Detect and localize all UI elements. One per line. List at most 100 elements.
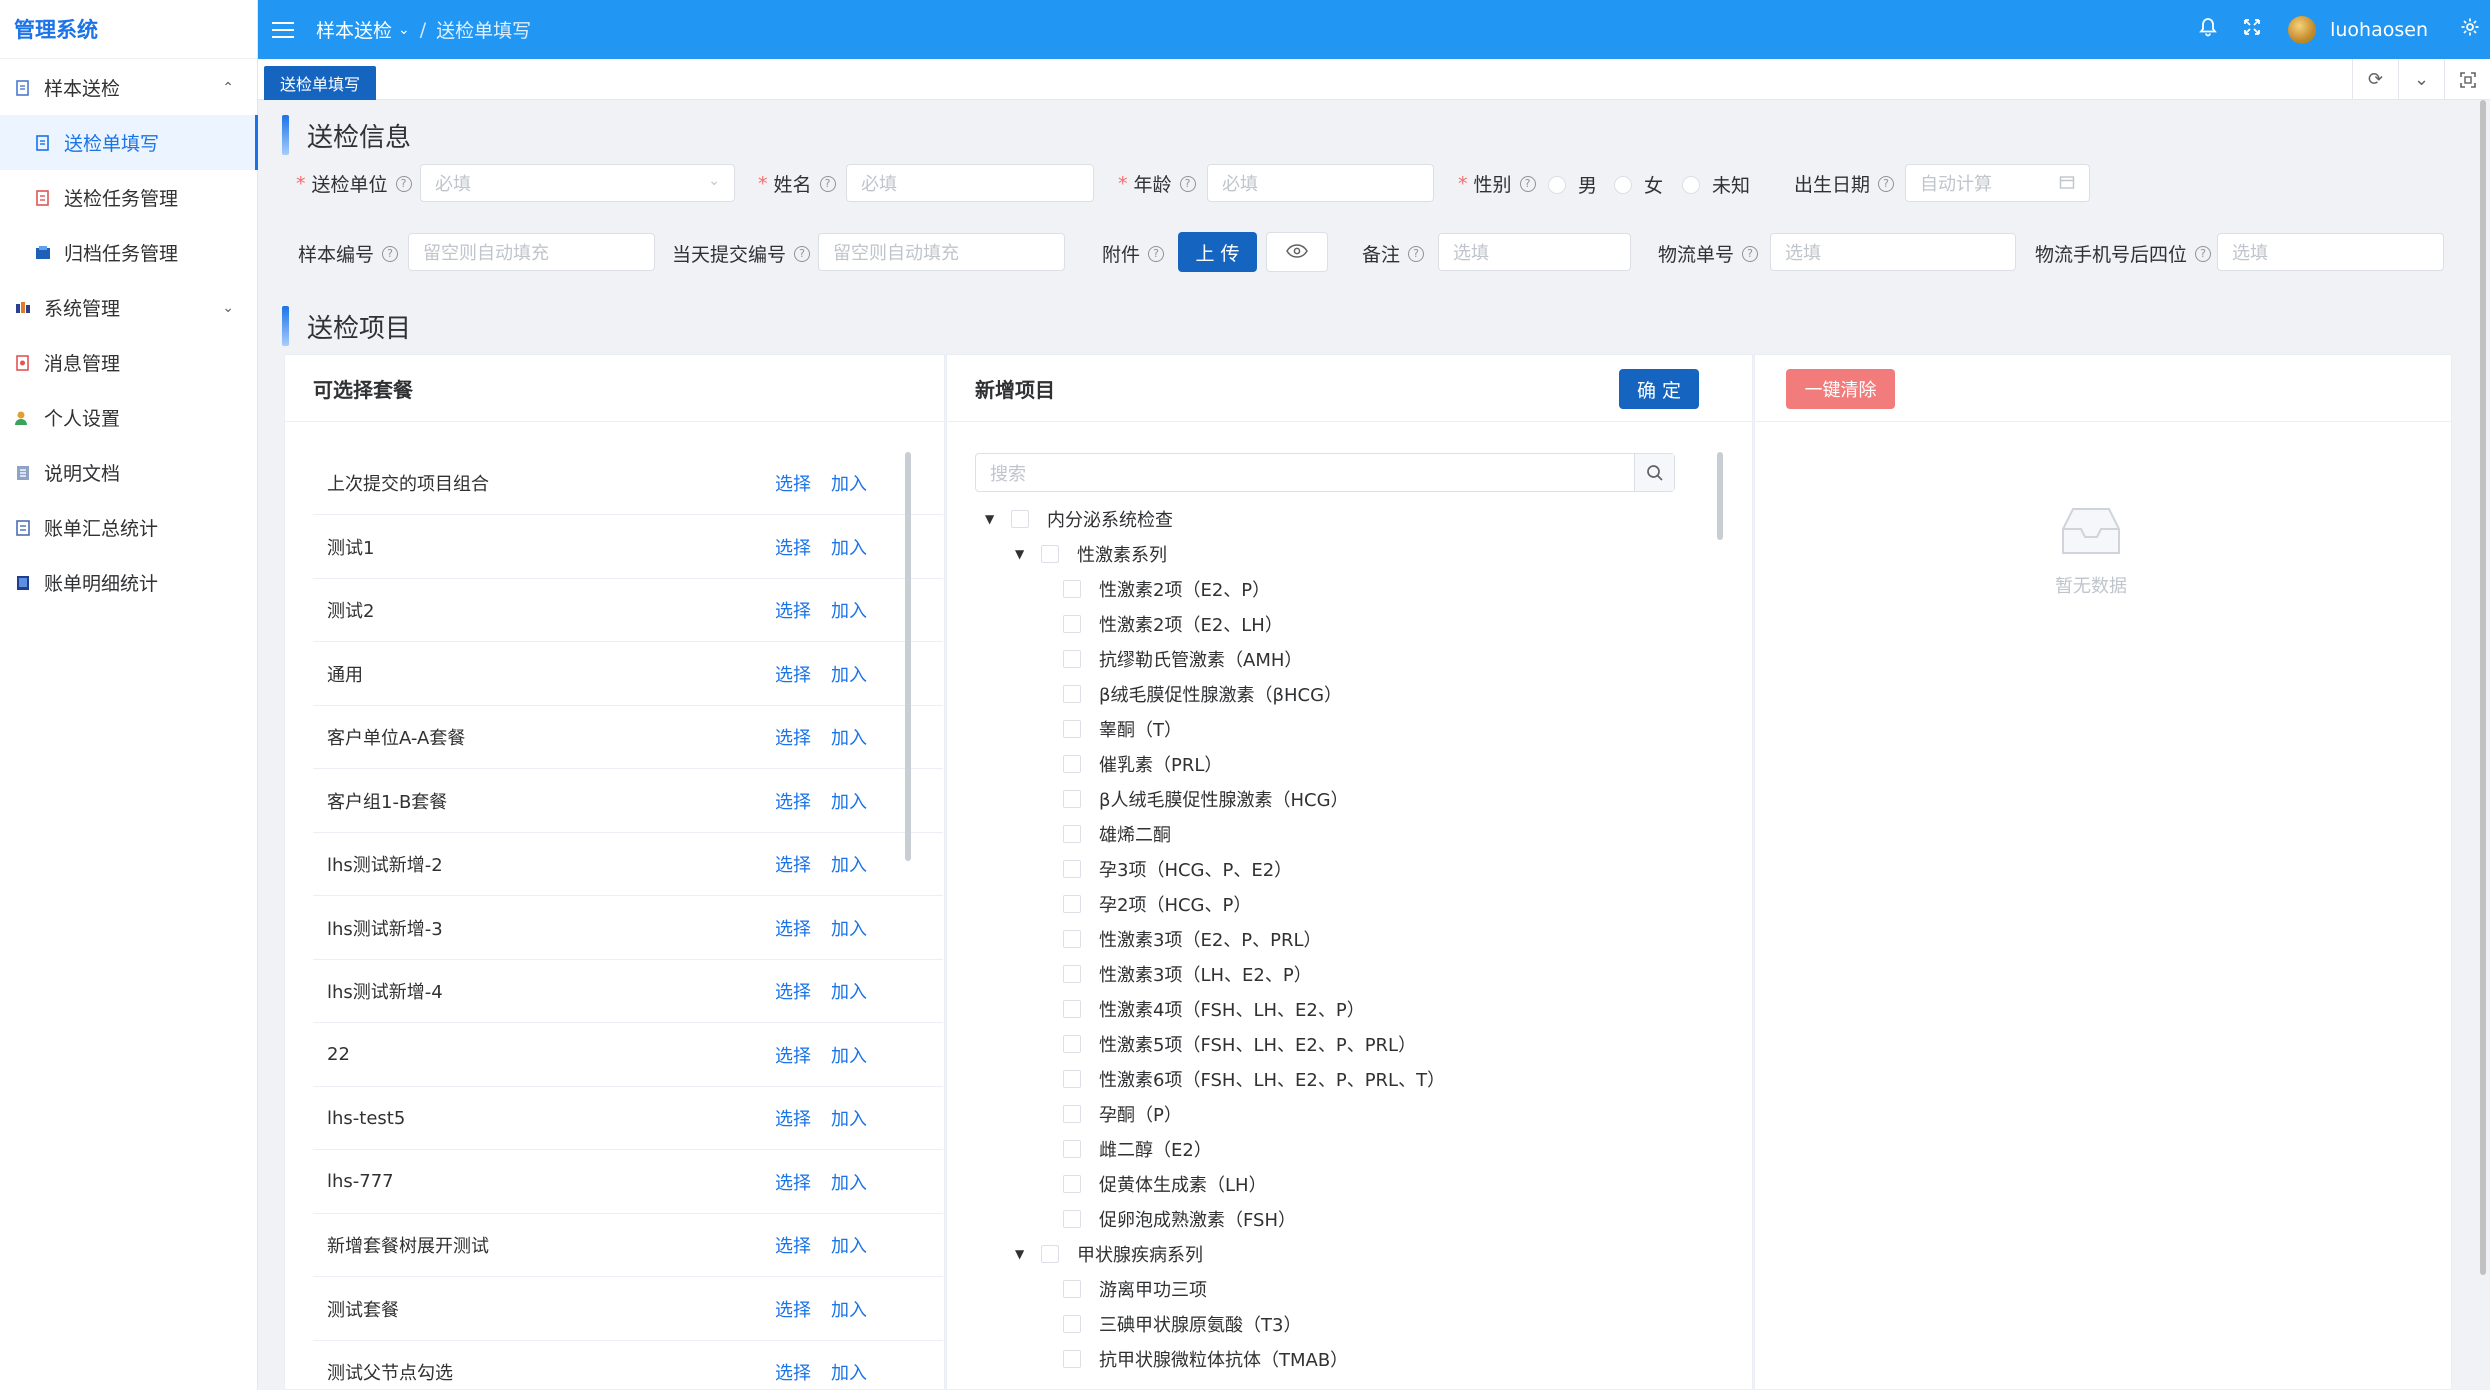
tree-checkbox[interactable] [1063,719,1081,738]
page-scrollbar[interactable] [2480,100,2486,1275]
tree-branch-node[interactable]: ▼ 性激素系列 [1015,536,1167,571]
username[interactable]: luohaosen [2330,19,2428,41]
tree-leaf-node[interactable]: 抗缪勒氏管激素（AMH） [1063,641,1302,676]
combo-select-link[interactable]: 选择 [775,1359,811,1385]
tree-checkbox[interactable] [1063,964,1081,983]
sidebar-item-messages[interactable]: 消息管理 [0,335,258,390]
tree-checkbox[interactable] [1063,1314,1081,1333]
age-input[interactable]: 必填 [1207,164,1434,202]
gender-radio-male[interactable]: 男 [1548,171,1597,198]
combo-scrollbar[interactable] [905,452,911,861]
sample-no-input[interactable]: 留空则自动填充 [408,233,655,271]
combo-select-link[interactable]: 选择 [775,1232,811,1258]
maximize-icon[interactable] [2444,59,2490,100]
combo-add-link[interactable]: 加入 [831,597,867,623]
combo-select-link[interactable]: 选择 [775,1042,811,1068]
clear-all-button[interactable]: 一键清除 [1786,369,1895,409]
combo-select-link[interactable]: 选择 [775,724,811,750]
combo-select-link[interactable]: 选择 [775,788,811,814]
combo-add-link[interactable]: 加入 [831,1105,867,1131]
tree-leaf-node[interactable]: 雌二醇（E2） [1063,1131,1212,1166]
tree-checkbox[interactable] [1063,1139,1081,1158]
tree-leaf-node[interactable]: 孕3项（HCG、P、E2） [1063,851,1292,886]
tree-leaf-node[interactable]: 孕2项（HCG、P） [1063,886,1251,921]
combo-add-link[interactable]: 加入 [831,724,867,750]
caret-down-icon[interactable]: ▼ [1015,547,1027,561]
gender-radio-female[interactable]: 女 [1614,171,1663,198]
preview-button[interactable] [1266,232,1328,272]
sidebar-item-task-management[interactable]: 送检任务管理 [0,170,258,225]
tree-checkbox[interactable] [1063,649,1081,668]
tree-checkbox[interactable] [1063,684,1081,703]
settings-icon[interactable] [2450,17,2490,42]
tab-form-fill[interactable]: 送检单填写 [264,66,377,100]
tree-leaf-node[interactable]: 三碘甲状腺原氨酸（T3） [1063,1306,1301,1341]
combo-select-link[interactable]: 选择 [775,978,811,1004]
sidebar-item-docs[interactable]: 说明文档 [0,445,258,500]
combo-add-link[interactable]: 加入 [831,1232,867,1258]
confirm-button[interactable]: 确 定 [1619,369,1699,409]
tree-leaf-node[interactable]: 雄烯二酮 [1063,816,1171,851]
tree-leaf-node[interactable]: 性激素2项（E2、LH） [1063,606,1283,641]
tree-leaf-node[interactable]: 促卵泡成熟激素（FSH） [1063,1201,1296,1236]
combo-add-link[interactable]: 加入 [831,915,867,941]
sidebar-item-system-management[interactable]: 系统管理 ⌄ [0,280,258,335]
tree-checkbox[interactable] [1063,859,1081,878]
combo-add-link[interactable]: 加入 [831,661,867,687]
sidebar-item-personal-settings[interactable]: 个人设置 [0,390,258,445]
combo-add-link[interactable]: 加入 [831,470,867,496]
tree-scrollbar[interactable] [1717,452,1723,540]
logistics-input[interactable]: 选填 [1770,233,2016,271]
tree-search-input[interactable]: 搜索 [975,453,1675,492]
day-no-input[interactable]: 留空则自动填充 [818,233,1065,271]
fullscreen-icon[interactable] [2230,17,2274,42]
combo-add-link[interactable]: 加入 [831,851,867,877]
tree-branch-node[interactable]: ▼ 内分泌系统检查 [985,501,1173,536]
tree-leaf-node[interactable]: 睾酮（T） [1063,711,1182,746]
upload-button[interactable]: 上 传 [1178,232,1257,272]
combo-select-link[interactable]: 选择 [775,1296,811,1322]
tree-checkbox[interactable] [1041,1244,1059,1263]
tree-checkbox[interactable] [1063,1069,1081,1088]
avatar[interactable] [2288,15,2317,44]
combo-select-link[interactable]: 选择 [775,534,811,560]
tree-checkbox[interactable] [1063,894,1081,913]
refresh-icon[interactable]: ⟳ [2352,59,2398,100]
tree-leaf-node[interactable]: 游离甲功三项 [1063,1271,1207,1306]
combo-add-link[interactable]: 加入 [831,1169,867,1195]
name-input[interactable]: 必填 [846,164,1094,202]
bell-icon[interactable] [2186,17,2230,42]
combo-select-link[interactable]: 选择 [775,1105,811,1131]
tree-checkbox[interactable] [1041,544,1059,563]
combo-select-link[interactable]: 选择 [775,851,811,877]
remark-input[interactable]: 选填 [1438,233,1631,271]
tree-checkbox[interactable] [1063,1209,1081,1228]
tree-leaf-node[interactable]: 性激素3项（LH、E2、P） [1063,956,1312,991]
combo-select-link[interactable]: 选择 [775,597,811,623]
tree-leaf-node[interactable]: 催乳素（PRL） [1063,746,1222,781]
tree-checkbox[interactable] [1063,1279,1081,1298]
tree-leaf-node[interactable]: 性激素2项（E2、P） [1063,571,1270,606]
tree-checkbox[interactable] [1063,1034,1081,1053]
combo-select-link[interactable]: 选择 [775,915,811,941]
tree-checkbox[interactable] [1063,824,1081,843]
search-icon[interactable] [1634,454,1674,491]
phone-input[interactable]: 选填 [2217,233,2444,271]
tree-leaf-node[interactable]: β人绒毛膜促性腺激素（HCG） [1063,781,1349,816]
tree-leaf-node[interactable]: 抗甲状腺微粒体抗体（TMAB） [1063,1341,1348,1376]
tree-checkbox[interactable] [1063,1104,1081,1123]
tree-checkbox[interactable] [1063,579,1081,598]
combo-select-link[interactable]: 选择 [775,661,811,687]
sidebar-item-bill-detail[interactable]: 账单明细统计 [0,555,258,610]
tree-leaf-node[interactable]: β绒毛膜促性腺激素（βHCG） [1063,676,1342,711]
tree-checkbox[interactable] [1063,999,1081,1018]
combo-add-link[interactable]: 加入 [831,1296,867,1322]
tree-checkbox[interactable] [1063,929,1081,948]
tree-leaf-node[interactable]: 性激素5项（FSH、LH、E2、P、PRL） [1063,1026,1416,1061]
combo-select-link[interactable]: 选择 [775,470,811,496]
tree-checkbox[interactable] [1063,614,1081,633]
tree-leaf-node[interactable]: 性激素4项（FSH、LH、E2、P） [1063,991,1365,1026]
chevron-down-icon[interactable]: ⌄ [2398,59,2444,100]
sidebar-item-bill-summary[interactable]: 账单汇总统计 [0,500,258,555]
tree-checkbox[interactable] [1011,509,1029,528]
